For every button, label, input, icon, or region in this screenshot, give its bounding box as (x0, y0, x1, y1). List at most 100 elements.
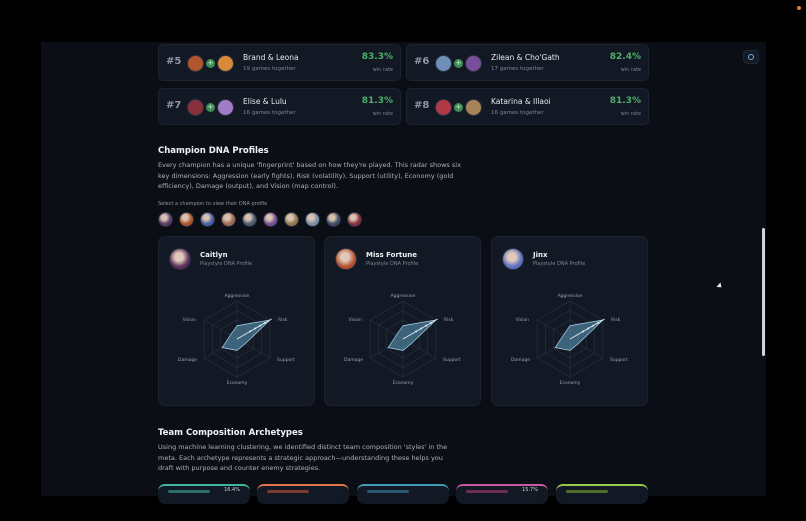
radar-axis-label: Aggression (558, 293, 583, 299)
champion-thumb[interactable] (284, 212, 299, 227)
pair-names: Katarina & Illaoi (491, 97, 551, 106)
radar-axis-label: Risk (278, 317, 288, 323)
radar-axis-label: Damage (511, 357, 530, 363)
champion-avatar (217, 99, 234, 116)
champion-avatar (217, 55, 234, 72)
archetype-share: 16.4% (224, 487, 240, 493)
radar-axis-label: Vision (183, 317, 197, 323)
pair-card[interactable]: #8 + Katarina & Illaoi 16 games together… (406, 88, 649, 125)
pair-icons: + (187, 55, 234, 72)
radar-axis-label: Economy (560, 380, 581, 386)
pair-icons: + (435, 99, 482, 116)
pair-names: Elise & Lulu (243, 97, 287, 106)
radar-axis-label: Aggression (225, 293, 250, 299)
archetype-card[interactable]: 15.7% (456, 484, 548, 504)
champion-name: Caitlyn (200, 251, 228, 259)
dna-profile-card: Jinx Playstyle DNA Profile Aggression Ris… (491, 236, 648, 406)
pair-games: 16 games together (243, 110, 296, 116)
radar-axis-label: Risk (444, 317, 454, 323)
radar-axis-label: Damage (178, 357, 197, 363)
champion-select-hint: Select a champion to view their DNA prof… (158, 201, 268, 207)
dna-section-title: Champion DNA Profiles (158, 146, 269, 156)
pair-games: 19 games together (243, 66, 296, 72)
archetype-bar (367, 490, 409, 493)
champion-name: Miss Fortune (366, 251, 417, 259)
archetype-card[interactable]: 16.4% (158, 484, 250, 504)
dna-profile-card: Caitlyn Playstyle DNA Profile Aggression… (158, 236, 315, 406)
radar-axis-label: Economy (393, 380, 414, 386)
pair-icons: + (435, 55, 482, 72)
radar-axis-label: Vision (349, 317, 363, 323)
champion-avatar (187, 55, 204, 72)
pair-card[interactable]: #7 + Elise & Lulu 16 games together 81.3… (158, 88, 401, 125)
champion-thumb[interactable] (158, 212, 173, 227)
dna-section-description: Every champion has a unique 'fingerprint… (158, 161, 461, 190)
radar-axis-label: Risk (611, 317, 621, 323)
archetype-bar (267, 490, 309, 493)
pair-win-rate: 81.3% (609, 96, 641, 106)
pair-win-rate: 82.4% (609, 52, 641, 62)
champion-avatar (335, 248, 357, 270)
win-rate-label: win rate (620, 111, 641, 117)
archetype-bar (566, 490, 608, 493)
archetype-share: 15.7% (522, 487, 538, 493)
sun-icon (748, 54, 754, 60)
radar-chart: Aggression Risk Support Economy Damage Vision (178, 293, 295, 386)
radar-axis-label: Aggression (391, 293, 416, 299)
pair-rank: #6 (414, 56, 430, 67)
champion-avatar (169, 248, 191, 270)
pair-card[interactable]: #5 + Brand & Leona 19 games together 83.… (158, 44, 401, 81)
dna-card-subtitle: Playstyle DNA Profile (533, 261, 586, 267)
champion-thumb[interactable] (263, 212, 278, 227)
champion-avatar (187, 99, 204, 116)
pair-games: 17 games together (491, 66, 544, 72)
pair-games: 16 games together (491, 110, 544, 116)
recording-indicator (797, 6, 801, 10)
pair-rank: #7 (166, 100, 182, 111)
scrollbar-thumb[interactable] (762, 228, 765, 356)
archetype-bar (466, 490, 508, 493)
settings-float-button[interactable] (743, 50, 759, 64)
champion-selector (158, 212, 362, 227)
radar-chart: Aggression Risk Support Economy Damage Vision (511, 293, 628, 386)
plus-icon: + (206, 59, 215, 68)
win-rate-label: win rate (372, 111, 393, 117)
champion-avatar (435, 99, 452, 116)
pair-names: Zilean & Cho'Gath (491, 53, 560, 62)
plus-icon: + (206, 103, 215, 112)
radar-axis-label: Economy (227, 380, 248, 386)
dna-profile-card: Miss Fortune Playstyle DNA Profile Aggre… (324, 236, 481, 406)
radar-axis-label: Support (610, 357, 628, 363)
champion-thumb[interactable] (347, 212, 362, 227)
win-rate-label: win rate (620, 67, 641, 73)
champion-thumb[interactable] (200, 212, 215, 227)
dna-card-subtitle: Playstyle DNA Profile (366, 261, 419, 267)
champion-avatar (465, 99, 482, 116)
archetype-bar (168, 490, 210, 493)
champion-avatar (465, 55, 482, 72)
champion-thumb[interactable] (242, 212, 257, 227)
champion-thumb[interactable] (305, 212, 320, 227)
pair-card[interactable]: #6 + Zilean & Cho'Gath 17 games together… (406, 44, 649, 81)
archetype-card[interactable] (556, 484, 648, 504)
archetype-card[interactable] (357, 484, 449, 504)
pair-win-rate: 81.3% (361, 96, 393, 106)
champion-thumb[interactable] (326, 212, 341, 227)
radar-chart: Aggression Risk Support Economy Damage Vision (344, 293, 461, 386)
plus-icon: + (454, 59, 463, 68)
pair-rank: #8 (414, 100, 430, 111)
archetypes-section-title: Team Composition Archetypes (158, 428, 303, 438)
radar-axis-label: Vision (516, 317, 530, 323)
plus-icon: + (454, 103, 463, 112)
radar-axis-label: Support (443, 357, 461, 363)
pair-names: Brand & Leona (243, 53, 299, 62)
win-rate-label: win rate (372, 67, 393, 73)
archetype-card[interactable] (257, 484, 349, 504)
pair-rank: #5 (166, 56, 182, 67)
champion-thumb[interactable] (221, 212, 236, 227)
radar-axis-label: Damage (344, 357, 363, 363)
pair-win-rate: 83.3% (361, 52, 393, 62)
radar-axis-label: Support (277, 357, 295, 363)
champion-thumb[interactable] (179, 212, 194, 227)
dna-card-subtitle: Playstyle DNA Profile (200, 261, 253, 267)
